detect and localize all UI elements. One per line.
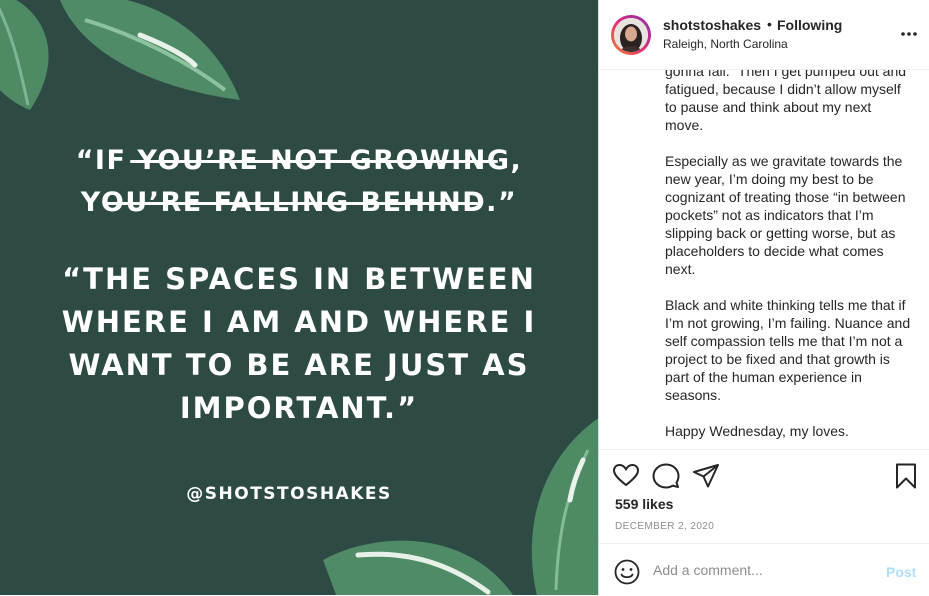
strikethrough-line [130,160,498,163]
profile-photo-icon [614,18,648,52]
following-button[interactable]: Following [777,17,842,33]
caption-paragraph: gonna fall.” Then I get pumped out and f… [665,70,907,133]
comment-bar: Post [599,543,929,596]
share-icon[interactable] [692,462,720,490]
instagram-post: “IF YOU’RE NOT GROWING, YOU’RE FALLING B… [0,0,929,595]
struck-quote-line-1: “IF YOU’RE NOT GROWING, [0,140,598,182]
main-quote: “THE SPACES IN BETWEEN WHERE I AM AND WH… [0,258,598,430]
avatar[interactable] [611,15,651,55]
action-bar: 559 likes DECEMBER 2, 2020 Post [599,449,929,595]
post-date: DECEMBER 2, 2020 [615,521,715,532]
caption-paragraph: Black and white thinking tells me that i… [665,297,911,403]
caption-scroll-area[interactable]: gonna fall.” Then I get pumped out and f… [599,70,929,449]
more-options-icon[interactable] [899,24,919,44]
username-link[interactable]: shotstoshakes [663,17,761,33]
comment-icon[interactable] [652,462,680,490]
caption-paragraph: Especially as we gravitate towards the n… [665,153,906,277]
strikethrough-line [105,202,478,205]
leaf-top [60,0,240,100]
location-link[interactable]: Raleigh, North Carolina [663,37,788,51]
likes-count[interactable]: 559 likes [615,496,673,512]
post-sidebar: shotstoshakes • Following Raleigh, North… [598,0,929,595]
image-handle: @SHOTSTOSHAKES [186,484,392,504]
caption-text: gonna fall.” Then I get pumped out and f… [665,70,913,449]
main-quote-line-3: WANT TO BE ARE JUST AS [68,348,530,382]
separator-dot: • [767,16,772,32]
post-button[interactable]: Post [886,564,916,580]
caption-paragraph: Happy Wednesday, my loves. [665,423,849,439]
bookmark-icon[interactable] [892,462,920,490]
emoji-icon[interactable] [614,559,640,585]
main-quote-line-2: WHERE I AM AND WHERE I [61,305,537,339]
struck-quote-line-2: YOU’RE FALLING BEHIND.” [0,182,598,224]
main-quote-line-4: IMPORTANT.” [179,391,419,425]
leaf-bottom [323,540,513,595]
heart-icon[interactable] [612,462,640,490]
main-quote-line-1: “THE SPACES IN BETWEEN [62,262,536,296]
comment-input[interactable] [653,557,863,583]
avatar-image [614,18,648,52]
struck-quote: “IF YOU’RE NOT GROWING, YOU’RE FALLING B… [0,140,598,224]
post-image[interactable]: “IF YOU’RE NOT GROWING, YOU’RE FALLING B… [0,0,598,595]
post-header: shotstoshakes • Following Raleigh, North… [599,0,929,70]
